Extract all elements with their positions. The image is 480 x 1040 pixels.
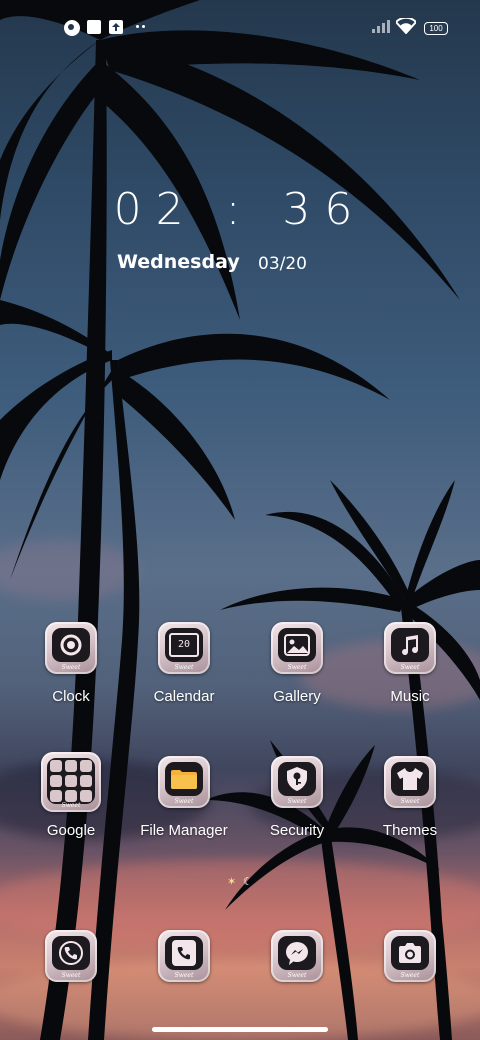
upload-icon [109, 20, 123, 34]
page-indicator-sun-icon[interactable]: ✶ [227, 875, 236, 888]
app-google-folder[interactable]: Sweet Google [16, 752, 126, 839]
icon-caption: Sweet [400, 664, 420, 671]
app-label: File Manager [140, 822, 228, 839]
contacts-icon: Sweet [158, 930, 210, 982]
icon-caption: Sweet [174, 798, 194, 805]
app-gallery[interactable]: Sweet Gallery [242, 622, 352, 705]
more-notifications-icon [142, 25, 145, 28]
calendar-icon: 20 Sweet [158, 622, 210, 674]
icon-caption: Sweet [287, 972, 307, 979]
icon-caption: Sweet [287, 798, 307, 805]
clock-date: 03/20 [258, 254, 307, 274]
icon-caption: Sweet [400, 798, 420, 805]
app-file-manager[interactable]: Sweet File Manager [129, 756, 239, 839]
app-label: Music [390, 688, 430, 705]
clock-icon: Sweet [45, 622, 97, 674]
gesture-nav-bar[interactable] [152, 1027, 328, 1032]
signal-icon [372, 20, 390, 33]
dock-contacts[interactable]: Sweet [129, 930, 239, 982]
app-calendar[interactable]: 20 Sweet Calendar [129, 622, 239, 705]
camera-icon: Sweet [384, 930, 436, 982]
more-notifications-icon [136, 25, 139, 28]
music-icon: Sweet [384, 622, 436, 674]
icon-caption: Sweet [174, 972, 194, 979]
icon-caption: Sweet [61, 802, 81, 809]
dock-camera[interactable]: Sweet [355, 930, 465, 982]
icon-caption: Sweet [400, 972, 420, 979]
messenger-icon: Sweet [271, 930, 323, 982]
clock-time[interactable]: 02 : 36 [0, 184, 480, 235]
icon-caption: Sweet [61, 972, 81, 979]
app-clock[interactable]: Sweet Clock [16, 622, 126, 705]
app-label: Calendar [153, 688, 215, 705]
app-label: Google [46, 822, 96, 839]
app-label: Gallery [273, 688, 321, 705]
gallery-icon: Sweet [271, 622, 323, 674]
app-themes[interactable]: Sweet Themes [355, 756, 465, 839]
app-label: Clock [52, 688, 90, 705]
app-label: Security [269, 822, 325, 839]
icon-caption: Sweet [287, 664, 307, 671]
security-icon: Sweet [271, 756, 323, 808]
page-indicator-moon-icon[interactable]: ☾ [243, 875, 253, 888]
dock-phone[interactable]: Sweet [16, 930, 126, 982]
tshirt-icon: Sweet [384, 756, 436, 808]
home-screen: 100 02 : 36 Wednesday 03/20 Sweet Clock … [0, 0, 480, 1040]
icon-caption: Sweet [174, 664, 194, 671]
folder-icon: Sweet [158, 756, 210, 808]
icon-caption: Sweet [61, 664, 81, 671]
wifi-icon [396, 18, 416, 34]
app-music[interactable]: Sweet Music [355, 622, 465, 705]
battery-level: 100 [429, 24, 443, 33]
calendar-date-badge: 20 [169, 633, 199, 657]
app-label: Themes [382, 822, 438, 839]
notification-square-icon [87, 20, 101, 34]
google-folder-icon: Sweet [41, 752, 101, 812]
phone-icon: Sweet [45, 930, 97, 982]
app-security[interactable]: Sweet Security [242, 756, 352, 839]
notification-app-icon [64, 20, 80, 36]
clock-day: Wednesday [117, 251, 240, 273]
battery-icon: 100 [424, 22, 448, 35]
dock-messenger[interactable]: Sweet [242, 930, 352, 982]
palm-trees-wallpaper [0, 0, 480, 1040]
status-bar: 100 [0, 16, 480, 40]
